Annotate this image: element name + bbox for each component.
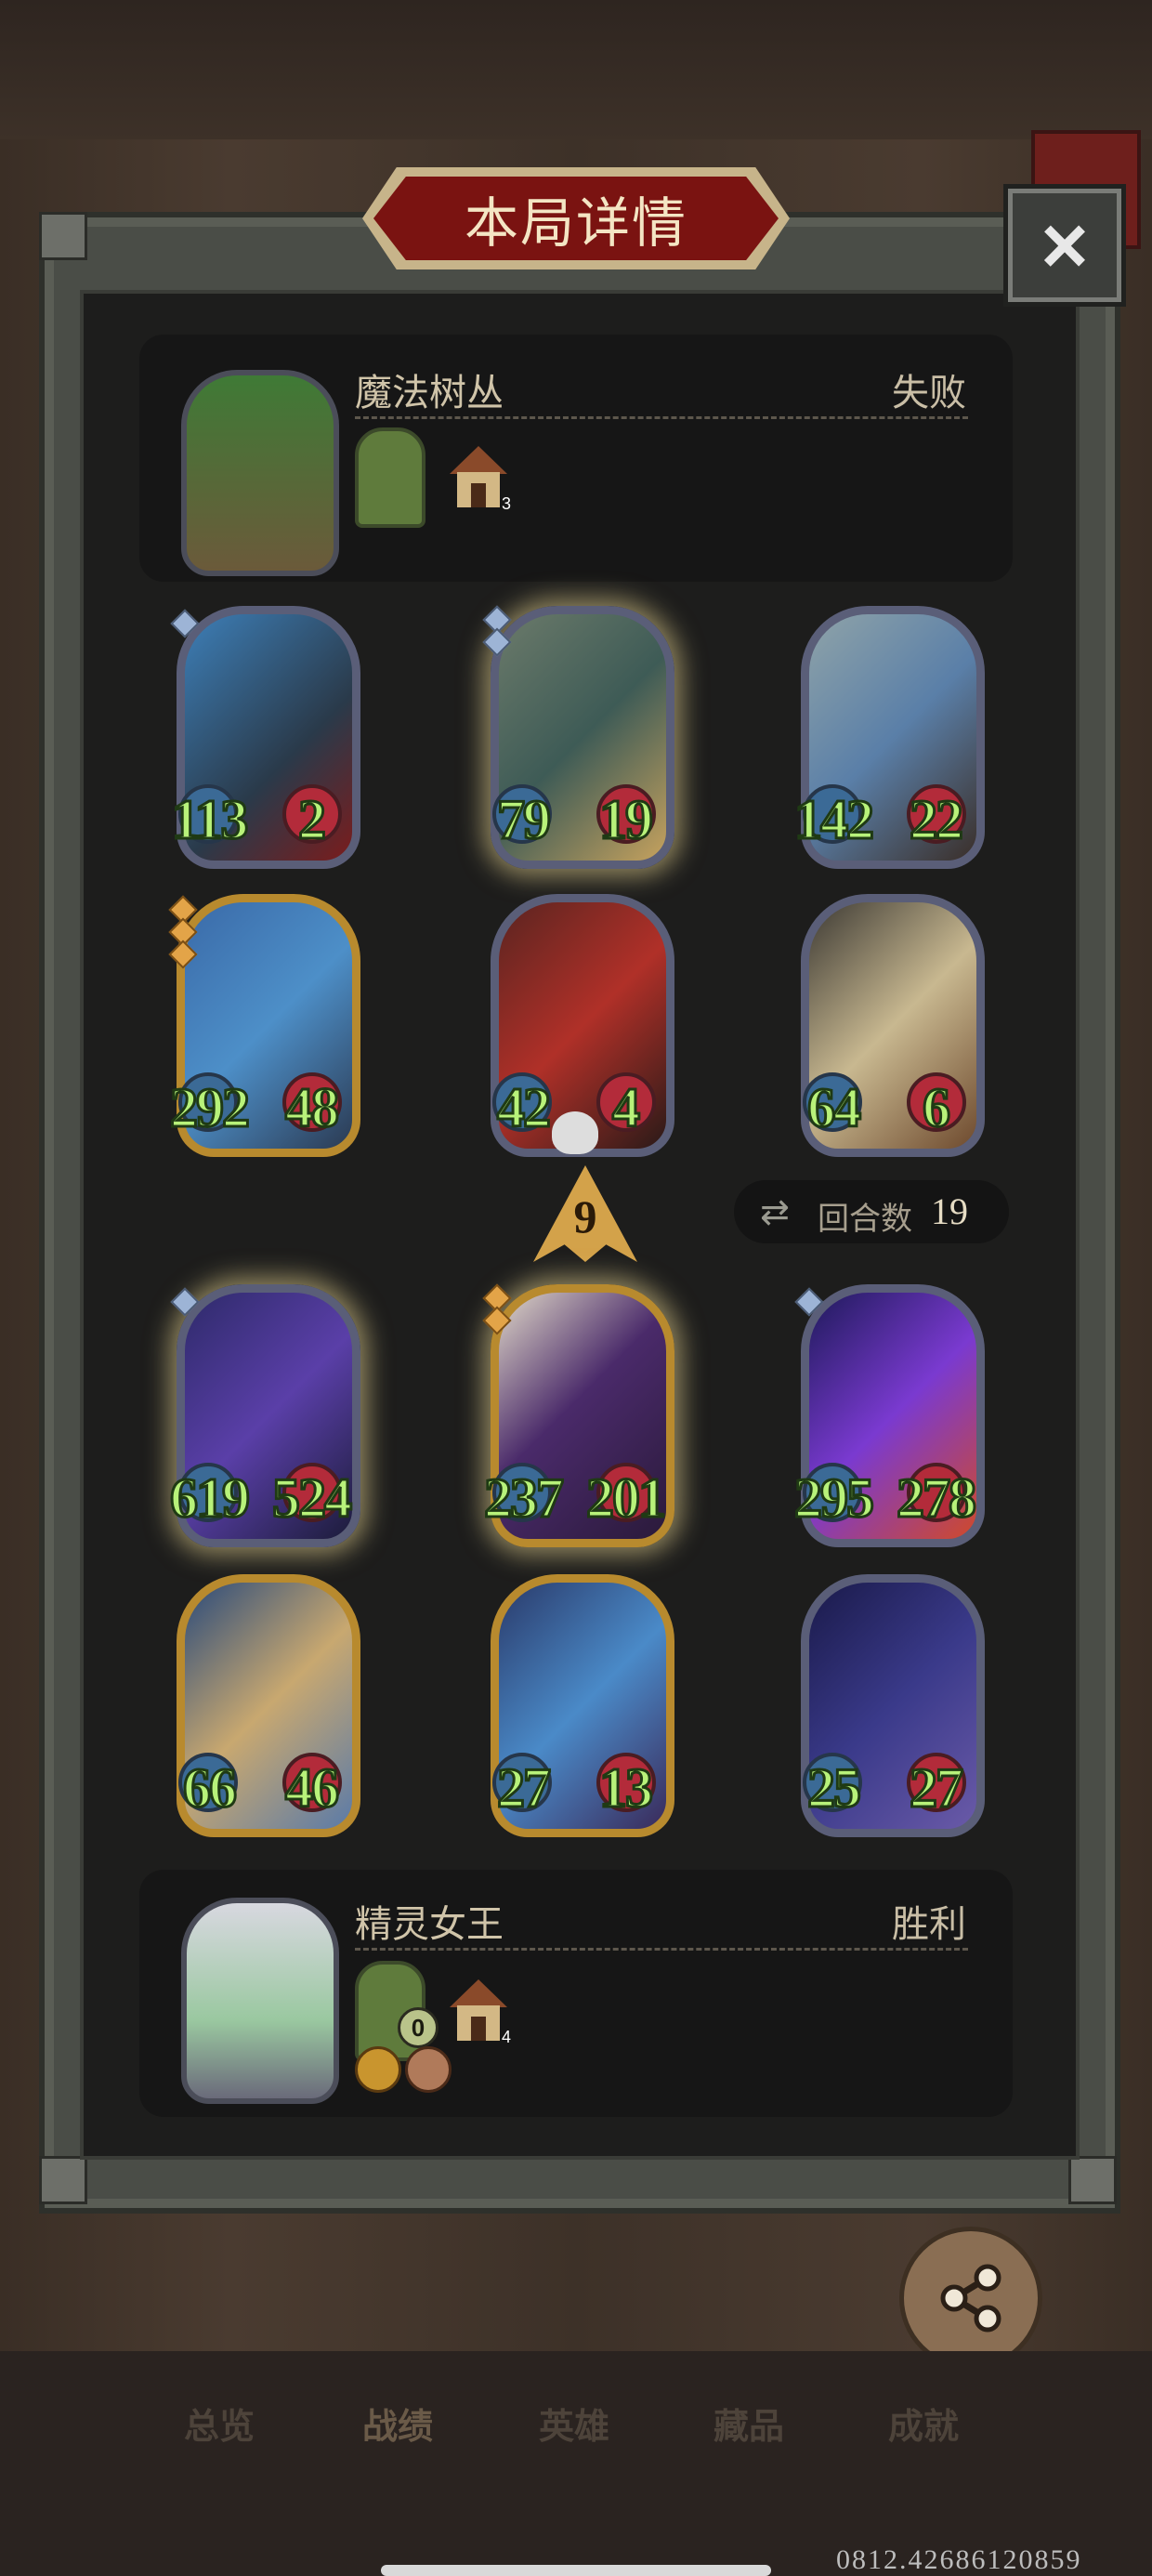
top-wall bbox=[0, 0, 1152, 139]
tab-collection[interactable]: 藏品 bbox=[713, 2398, 784, 2449]
damage-value: 9 bbox=[573, 1190, 597, 1242]
minion-health: 22 bbox=[909, 788, 965, 852]
tab-record[interactable]: 战绩 bbox=[362, 2398, 433, 2449]
minion-health: 19 bbox=[598, 788, 655, 852]
minion-card[interactable]: 79 19 bbox=[481, 605, 674, 869]
player-name: 精灵女王 bbox=[355, 1904, 504, 1945]
minion-health: 48 bbox=[284, 1076, 341, 1140]
skull-icon bbox=[552, 1111, 598, 1154]
tab-achievements[interactable]: 成就 bbox=[888, 2398, 959, 2449]
minion-health: 278 bbox=[896, 1466, 978, 1531]
minion-card[interactable]: 237 201 bbox=[481, 1283, 674, 1547]
close-icon: × bbox=[1041, 199, 1089, 291]
tavern-level: 4 bbox=[502, 2028, 512, 2046]
rounds-label: 回合数 bbox=[818, 1202, 912, 1237]
divider bbox=[355, 416, 968, 419]
minion-health: 2 bbox=[297, 788, 328, 852]
close-button[interactable]: × bbox=[1003, 184, 1126, 307]
rounds-value: 19 bbox=[931, 1190, 968, 1232]
minion-card[interactable]: 292 48 bbox=[167, 894, 360, 1157]
minion-card[interactable]: 64 6 bbox=[792, 894, 985, 1157]
watermark: 0812.42686120859 bbox=[836, 2544, 1082, 2575]
frame-corner-bottom-left bbox=[39, 2156, 87, 2204]
minion-health: 13 bbox=[598, 1756, 655, 1820]
opponent-info-card: 魔法树丛 失败 3 bbox=[139, 335, 1013, 582]
hero-power-counter: 0 bbox=[398, 2007, 439, 2048]
minion-card[interactable]: 25 27 bbox=[792, 1574, 985, 1837]
tavern-icon: 4 bbox=[450, 1979, 511, 2046]
opponent-name: 魔法树丛 bbox=[355, 373, 504, 414]
tavern-icon: 3 bbox=[450, 446, 511, 513]
tab-overview[interactable]: 总览 bbox=[184, 2398, 255, 2449]
opponent-result: 失败 bbox=[892, 373, 966, 414]
panel-title: 本局详情 bbox=[464, 193, 687, 254]
rounds-pill: ⇄ 回合数 19 bbox=[734, 1180, 1009, 1243]
title-banner: 本局详情 bbox=[362, 167, 790, 269]
minion-health: 27 bbox=[909, 1756, 965, 1820]
share-button[interactable] bbox=[899, 2227, 1042, 2370]
minion-card[interactable]: 42 4 bbox=[481, 894, 674, 1157]
tavern-level: 3 bbox=[502, 494, 512, 513]
player-hero-portrait[interactable] bbox=[181, 1898, 339, 2104]
minion-health: 524 bbox=[271, 1466, 354, 1531]
opponent-hero-portrait[interactable] bbox=[181, 370, 339, 576]
refresh-icon: ⇄ bbox=[760, 1193, 790, 1232]
minion-card[interactable]: 113 2 bbox=[167, 606, 360, 869]
damage-badge: 9 bbox=[533, 1165, 637, 1262]
hero-power-icon[interactable] bbox=[355, 427, 425, 528]
minion-card[interactable]: 27 13 bbox=[481, 1574, 674, 1837]
divider bbox=[355, 1948, 968, 1951]
share-icon bbox=[940, 2264, 1001, 2333]
minion-card[interactable]: 619 524 bbox=[167, 1284, 360, 1547]
frame-corner-bottom-right bbox=[1068, 2156, 1117, 2204]
crown-icon[interactable] bbox=[355, 2046, 401, 2093]
tab-heroes[interactable]: 英雄 bbox=[539, 2398, 609, 2449]
minion-health: 201 bbox=[585, 1466, 668, 1531]
minion-card[interactable]: 142 22 bbox=[792, 606, 985, 869]
trinket-icon[interactable] bbox=[405, 2046, 452, 2093]
home-indicator[interactable] bbox=[381, 2565, 771, 2576]
player-result: 胜利 bbox=[892, 1904, 966, 1945]
bottom-nav bbox=[0, 2351, 1152, 2576]
minion-card[interactable]: 295 278 bbox=[792, 1284, 985, 1547]
player-info-card: 精灵女王 胜利 0 4 bbox=[139, 1870, 1013, 2117]
minion-card[interactable]: 66 46 bbox=[167, 1574, 360, 1837]
minion-health: 46 bbox=[284, 1756, 341, 1820]
minion-health: 6 bbox=[922, 1076, 952, 1140]
frame-corner-top-left bbox=[39, 212, 87, 260]
